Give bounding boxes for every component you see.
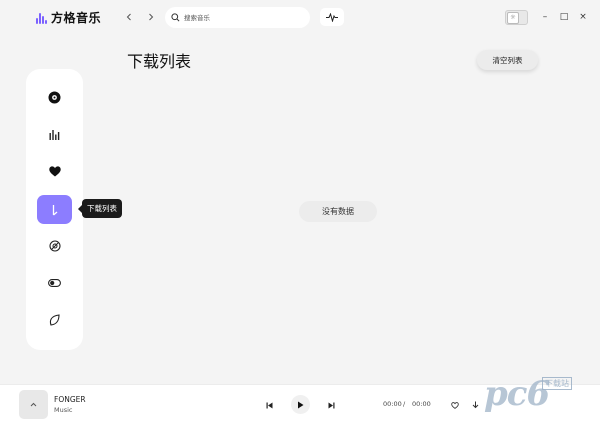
toggle-icon xyxy=(48,278,61,287)
forward-button[interactable] xyxy=(144,10,158,24)
circle-slash-icon xyxy=(48,239,61,252)
chevron-right-icon xyxy=(149,13,154,21)
heart-outline-icon xyxy=(451,401,459,409)
theme-toggle[interactable]: ☼ xyxy=(505,10,528,25)
sidebar-item-other1[interactable] xyxy=(37,231,72,260)
chart-bars-icon xyxy=(49,130,60,140)
heart-icon xyxy=(48,166,61,177)
time-separator: / xyxy=(403,400,406,408)
sidebar-tooltip: 下载列表 xyxy=(78,199,122,218)
skip-previous-icon xyxy=(266,402,272,408)
album-cover[interactable] xyxy=(19,390,48,419)
sidebar-item-favorites[interactable] xyxy=(37,157,72,186)
back-button[interactable] xyxy=(122,10,136,24)
sidebar-item-settings[interactable] xyxy=(37,268,72,297)
play-icon xyxy=(298,401,304,408)
like-button[interactable] xyxy=(449,399,461,411)
disc-icon xyxy=(48,91,61,104)
maximize-button[interactable]: □ xyxy=(558,11,570,23)
app-window: 方格音乐 ☼ – □ × xyxy=(0,0,600,424)
play-button[interactable] xyxy=(291,395,310,414)
logo-icon xyxy=(36,12,48,24)
download-list-icon xyxy=(52,204,57,215)
sidebar-item-downloads[interactable] xyxy=(37,195,72,224)
song-artist: Music xyxy=(54,406,73,414)
search-icon xyxy=(171,13,180,22)
sidebar-item-charts[interactable] xyxy=(37,120,72,149)
clear-list-button[interactable]: 清空列表 xyxy=(477,50,538,70)
chevron-up-icon xyxy=(30,402,37,407)
empty-state: 没有数据 xyxy=(299,201,377,222)
page-title: 下载列表 xyxy=(127,52,192,71)
app-logo: 方格音乐 xyxy=(36,9,101,26)
total-time: 00:00 xyxy=(412,400,431,408)
sun-icon: ☼ xyxy=(507,11,519,24)
sidebar-item-discover[interactable] xyxy=(37,83,72,112)
waveform-icon xyxy=(326,12,338,22)
next-button[interactable] xyxy=(324,398,338,412)
sidebar xyxy=(26,69,83,350)
sidebar-item-other2[interactable] xyxy=(37,305,72,334)
minimize-button[interactable]: – xyxy=(539,11,551,23)
title-bar: 方格音乐 ☼ – □ × xyxy=(0,0,600,36)
skip-next-icon xyxy=(328,402,334,408)
search-box[interactable] xyxy=(165,7,310,28)
search-input[interactable] xyxy=(184,13,304,22)
audio-effect-button[interactable] xyxy=(320,8,344,26)
download-icon xyxy=(472,401,478,409)
leaf-icon xyxy=(49,313,60,326)
previous-button[interactable] xyxy=(262,398,276,412)
download-button[interactable] xyxy=(469,399,481,411)
close-button[interactable]: × xyxy=(577,11,589,23)
watermark-logo: pc6 下载站 xyxy=(484,374,596,416)
current-time: 00:00 xyxy=(383,400,402,408)
watermark-subtext: 下载站 xyxy=(542,377,572,390)
song-title: FONGER xyxy=(54,395,86,404)
app-name: 方格音乐 xyxy=(51,11,102,25)
chevron-left-icon xyxy=(126,13,131,21)
watermark-text: pc6 xyxy=(484,374,550,414)
